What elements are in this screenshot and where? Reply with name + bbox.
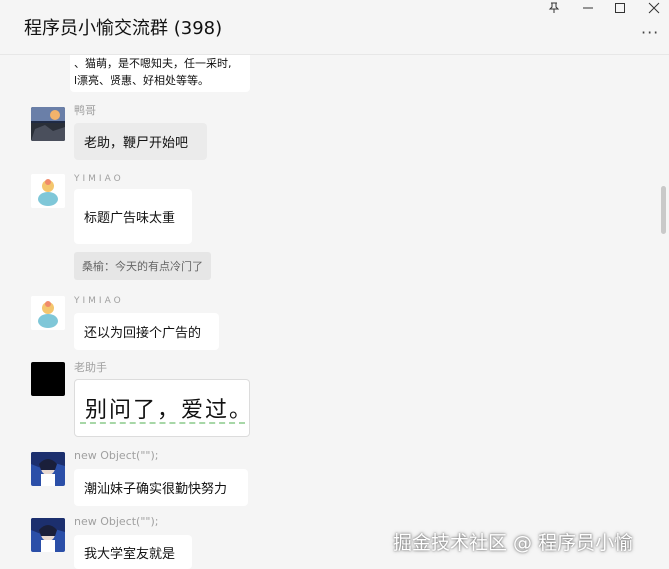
watermark: 掘金技术社区 @ 程序员小愉 <box>393 532 634 554</box>
chat-header: 程序员小愉交流群 (398) ··· <box>0 0 669 55</box>
sender-name: new Object(""); <box>74 515 159 528</box>
message-text: 、猫萌，是不嗯知夫，任一采时, <box>74 56 232 70</box>
message-text: 标题广告味太重 <box>84 211 176 226</box>
spellcheck-underline <box>80 422 245 424</box>
avatar[interactable] <box>31 107 65 141</box>
avatar[interactable] <box>31 362 65 396</box>
avatar[interactable] <box>31 518 65 552</box>
message-text: 还以为回接个广告的 <box>84 326 202 341</box>
sender-name: 老助手 <box>74 361 107 374</box>
message-bubble[interactable]: 标题广告味太重 <box>74 189 192 244</box>
sender-name: YIMIAO <box>74 296 124 306</box>
chat-title: 程序员小愉交流群 (398) <box>24 18 223 39</box>
maximize-icon[interactable] <box>612 1 628 15</box>
message-bubble[interactable]: 我大学室友就是 <box>74 535 192 569</box>
more-icon[interactable]: ··· <box>641 23 659 42</box>
message-text: 老助，鞭尸开始吧 <box>84 136 189 151</box>
message-text: 别问了，爱过。 <box>85 398 254 423</box>
message-list[interactable]: 、猫萌，是不嗯知夫，任一采时, l漂亮、贤惠、好相处等等。 鸭哥 老助，鞭尸开始… <box>0 55 669 569</box>
scrollbar-thumb[interactable] <box>661 186 666 234</box>
message-bubble[interactable]: 老助，鞭尸开始吧 <box>74 123 207 160</box>
pin-icon[interactable] <box>546 1 562 15</box>
message-bubble[interactable]: 还以为回接个广告的 <box>74 313 219 350</box>
avatar[interactable] <box>31 452 65 486</box>
avatar[interactable] <box>31 296 65 330</box>
system-message: 桑榆：今天的有点冷门了 <box>74 252 211 280</box>
sender-name: new Object(""); <box>74 449 159 462</box>
message-text: l漂亮、贤惠、好相处等等。 <box>74 73 210 87</box>
message-bubble[interactable]: 潮汕妹子确实很勤快努力 <box>74 469 248 506</box>
minimize-icon[interactable] <box>580 1 596 15</box>
sender-name: YIMIAO <box>74 174 124 184</box>
message-bubble[interactable]: 别问了，爱过。 <box>74 379 254 437</box>
message-text: 我大学室友就是 <box>84 546 176 562</box>
avatar[interactable] <box>31 174 65 208</box>
message-text: 潮汕妹子确实很勤快努力 <box>84 482 228 497</box>
close-icon[interactable] <box>646 1 662 15</box>
message-bubble[interactable]: 、猫萌，是不嗯知夫，任一采时, l漂亮、贤惠、好相处等等。 <box>70 55 250 92</box>
sender-name: 鸭哥 <box>74 104 96 117</box>
